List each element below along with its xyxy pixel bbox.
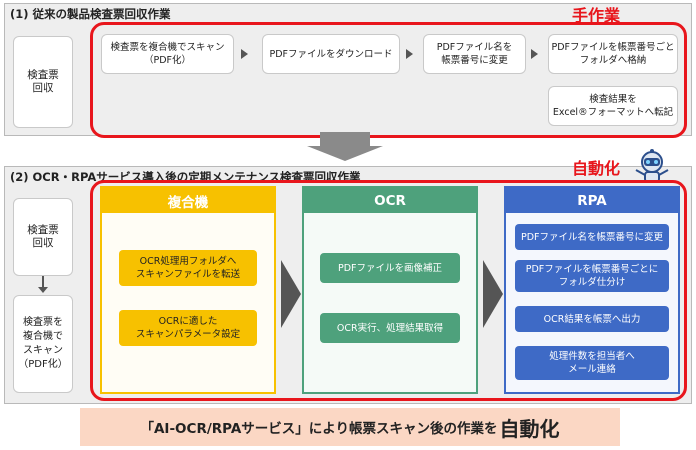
- section1-step-4: PDFファイルを帳票番号ごと フォルダへ格納: [548, 34, 678, 74]
- arrow-step1-to-step2: [241, 49, 248, 59]
- rpa-item-3: OCR結果を帳票へ出力: [515, 306, 669, 332]
- rpa-item-1: PDFファイル名を帳票番号に変更: [515, 224, 669, 250]
- section2-left-box-collect: 検査票 回収: [13, 198, 73, 276]
- column-mfp-header: 複合機: [102, 188, 274, 213]
- rpa-item-4: 処理件数を担当者へ メール連絡: [515, 346, 669, 380]
- section1-title: (1) 従来の製品検査票回収作業: [10, 7, 171, 21]
- ocr-item-1: PDFファイルを画像補正: [320, 253, 460, 283]
- section1-step-2: PDFファイルをダウンロード: [262, 34, 400, 74]
- arrow-step2-to-step3: [406, 49, 413, 59]
- rpa-item-2: PDFファイルを帳票番号ごとに フォルダ仕分け: [515, 260, 669, 292]
- chevron-ocr-to-rpa: [483, 260, 503, 328]
- arrow-step3-to-step4: [531, 49, 538, 59]
- transition-arrow-body: [320, 132, 370, 146]
- section1-step-5: 検査結果を Excel®フォーマットへ転記: [548, 86, 678, 126]
- mfp-item-2: OCRに適した スキャンパラメータ設定: [119, 310, 257, 346]
- section1-left-box: 検査票 回収: [13, 36, 73, 128]
- section1-step-1: 検査票を複合機でスキャン （PDF化）: [101, 34, 234, 74]
- banner-text: 「AI-OCR/RPAサービス」により帳票スキャン後の作業を: [140, 421, 498, 437]
- banner-emphasis: 自動化: [499, 416, 560, 441]
- left-connector-head: [38, 287, 48, 293]
- section2-left-box-scan: 検査票を 複合機で スキャン （PDF化）: [13, 295, 73, 393]
- mfp-item-1: OCR処理用フォルダへ スキャンファイルを転送: [119, 250, 257, 286]
- bottom-banner: 「AI-OCR/RPAサービス」により帳票スキャン後の作業を 自動化: [80, 408, 620, 446]
- ocr-item-2: OCR実行、処理結果取得: [320, 313, 460, 343]
- section1-step-3: PDFファイル名を 帳票番号に変更: [423, 34, 526, 74]
- column-ocr: OCR: [302, 186, 478, 394]
- column-rpa-header: RPA: [506, 188, 678, 213]
- column-mfp: 複合機: [100, 186, 276, 394]
- chevron-mfp-to-ocr: [281, 260, 301, 328]
- transition-arrow-head: [307, 146, 383, 161]
- section2-tag-auto: 自動化: [572, 159, 621, 178]
- column-ocr-header: OCR: [304, 188, 476, 213]
